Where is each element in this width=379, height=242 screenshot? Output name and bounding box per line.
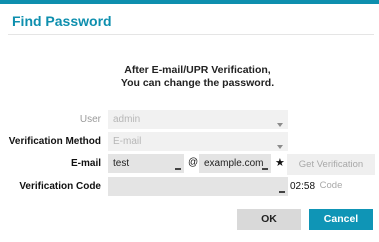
email-at-sign: @ xyxy=(188,157,199,168)
user-label: User xyxy=(79,114,101,125)
dialog-title: Find Password xyxy=(12,13,112,29)
email-local-input[interactable]: test xyxy=(108,154,184,173)
get-verification-code-button[interactable]: Get Verification Code xyxy=(287,154,375,191)
cancel-button[interactable]: Cancel xyxy=(309,209,373,230)
verification-method-label: Verification Method xyxy=(8,136,101,147)
email-local-value: test xyxy=(113,158,130,169)
user-select[interactable]: admin xyxy=(108,110,288,129)
input-cursor-icon xyxy=(279,191,285,193)
ok-button[interactable]: OK xyxy=(237,209,301,230)
input-cursor-icon xyxy=(175,168,181,170)
verification-method-select[interactable]: E-mail xyxy=(108,132,288,151)
email-domain-select[interactable]: example.com xyxy=(199,154,271,173)
input-cursor-icon xyxy=(262,168,268,170)
chevron-down-icon xyxy=(277,145,283,149)
countdown-timer: 02:58 xyxy=(290,181,316,192)
verification-method-value: E-mail xyxy=(113,136,142,147)
verification-code-input[interactable] xyxy=(108,177,288,196)
message-line-1: After E-mail/UPR Verification, xyxy=(124,64,271,76)
title-divider xyxy=(8,34,374,35)
verification-code-label: Verification Code xyxy=(19,181,101,192)
dialog-top-accent-bar xyxy=(0,0,379,4)
message-line-2: You can change the password. xyxy=(120,77,275,89)
user-select-value: admin xyxy=(113,114,141,125)
email-label: E-mail xyxy=(70,158,101,169)
email-domain-value: example.com xyxy=(204,158,264,169)
star-icon: ★ xyxy=(275,157,285,169)
chevron-down-icon xyxy=(277,123,283,127)
verification-message: After E-mail/UPR Verification, You can c… xyxy=(0,64,379,90)
